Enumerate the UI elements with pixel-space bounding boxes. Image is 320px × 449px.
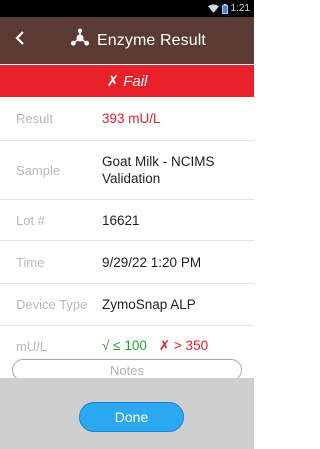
- done-button[interactable]: Done: [79, 402, 184, 432]
- threshold-label: mU/L: [16, 338, 48, 354]
- detail-row-result: Result 393 mU/L: [0, 97, 254, 141]
- header-title-group: Enzyme Result: [70, 17, 206, 64]
- enzyme-molecule-icon: [70, 28, 90, 53]
- fail-x-icon: ✗: [106, 73, 120, 90]
- back-button[interactable]: [0, 17, 40, 64]
- sample-value-line1: Goat Milk - NCIMS: [102, 154, 215, 169]
- device-type-label: Device Type: [16, 297, 88, 312]
- lot-value: 16621: [102, 212, 140, 228]
- result-label: Result: [16, 111, 53, 126]
- result-details: Result 393 mU/L Sample Goat Milk - NCIMS…: [0, 97, 254, 367]
- sample-value: Goat Milk - NCIMS Validation: [102, 153, 215, 187]
- detail-row-device: Device Type ZymoSnap ALP: [0, 284, 254, 326]
- time-value: 9/29/22 1:20 PM: [102, 254, 202, 270]
- status-time: 1:21: [230, 3, 250, 14]
- page-title: Enzyme Result: [97, 31, 206, 49]
- result-status-text: Fail: [123, 72, 148, 90]
- sample-label: Sample: [16, 162, 61, 178]
- sample-value-line2: Validation: [102, 171, 161, 186]
- detail-row-lot: Lot # 16621: [0, 200, 254, 241]
- status-bar: 1:21: [0, 0, 254, 17]
- result-value: 393 mU/L: [102, 111, 161, 126]
- result-status-banner: ✗ Fail: [0, 65, 254, 97]
- detail-row-time: Time 9/29/22 1:20 PM: [0, 241, 254, 284]
- battery-icon: [221, 3, 228, 14]
- footer-bar: Done: [0, 378, 254, 449]
- fail-threshold: ✗ > 350: [158, 338, 209, 353]
- threshold-values: √ ≤ 100 ✗ > 350: [102, 338, 208, 354]
- detail-row-sample: Sample Goat Milk - NCIMS Validation: [0, 141, 254, 200]
- time-label: Time: [16, 254, 45, 270]
- lot-label: Lot #: [16, 212, 45, 228]
- notes-area: Notes: [0, 357, 254, 381]
- pass-threshold: √ ≤ 100: [102, 338, 147, 353]
- chevron-left-icon: [15, 31, 25, 50]
- app-header: Enzyme Result: [0, 17, 254, 64]
- device-type-value: ZymoSnap ALP: [102, 297, 196, 312]
- wifi-icon: [207, 4, 219, 13]
